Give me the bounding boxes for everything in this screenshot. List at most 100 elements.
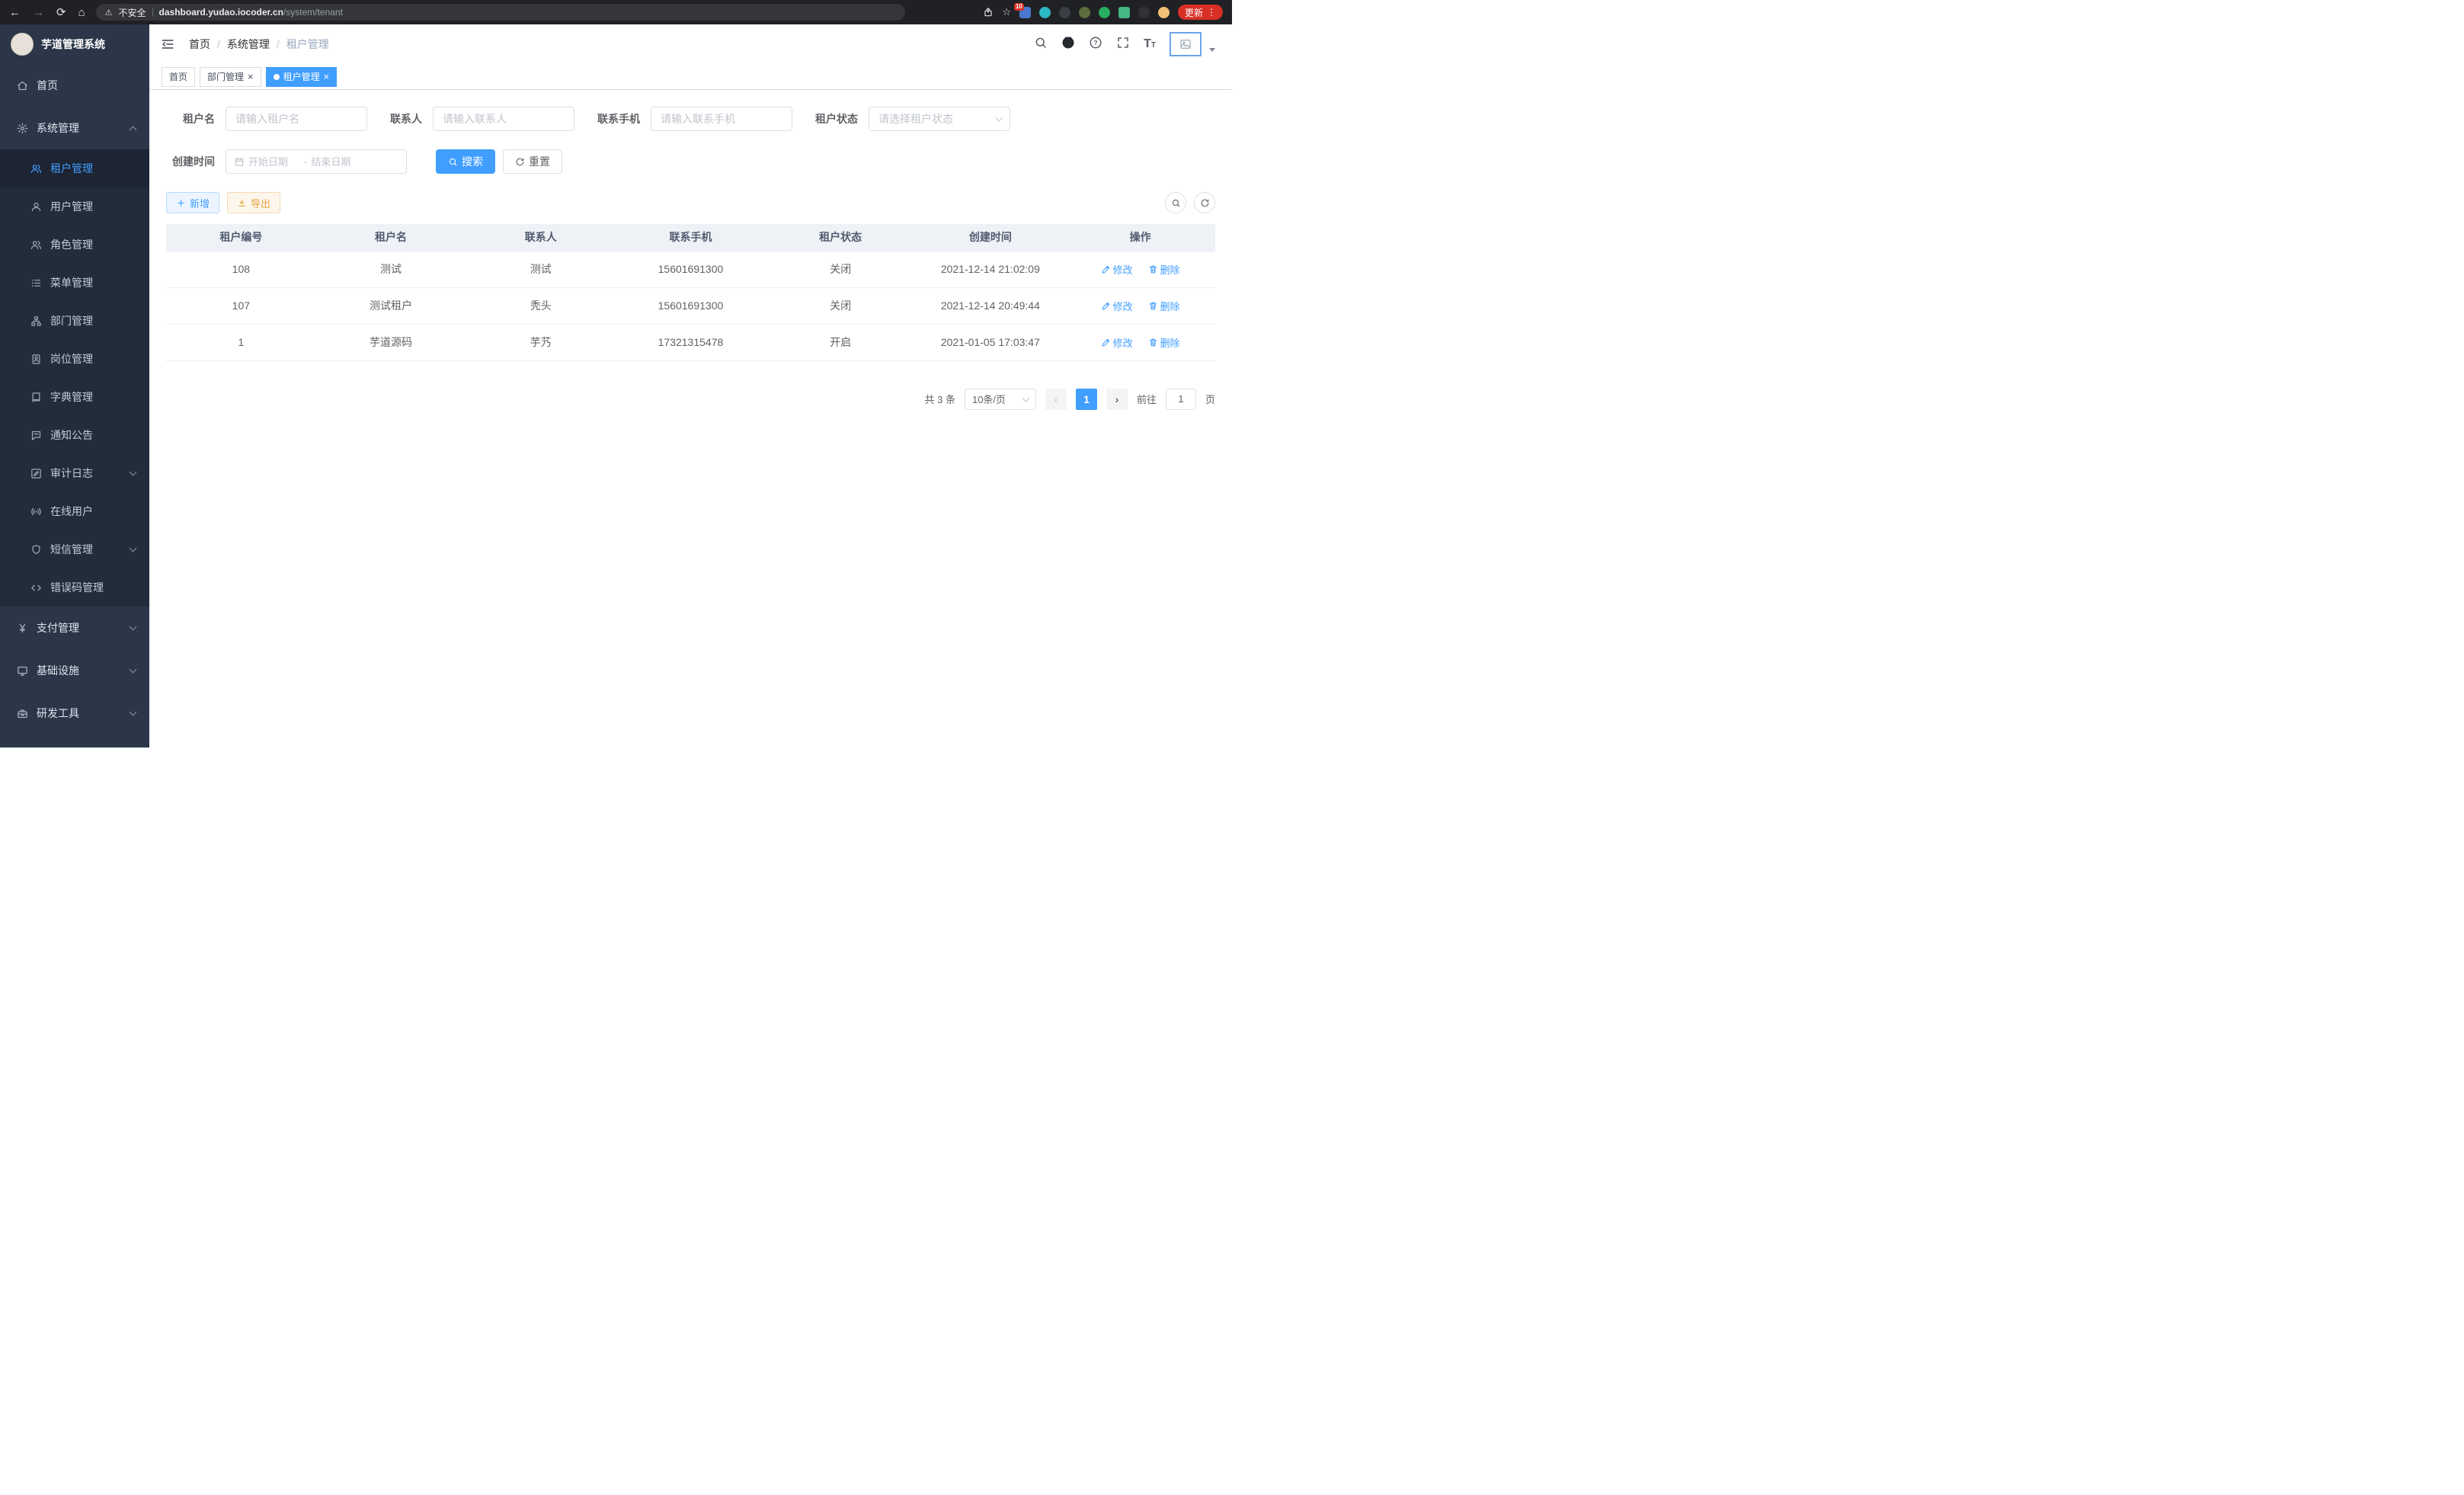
github-icon[interactable] — [1061, 36, 1075, 53]
sidebar-item-system[interactable]: 系统管理 — [0, 107, 149, 149]
bookmark-star-icon[interactable]: ☆ — [1002, 6, 1011, 18]
column-header: 租户编号 — [166, 224, 316, 251]
edit-square-icon — [30, 468, 42, 479]
browser-update-button[interactable]: 更新 ⋮ — [1178, 5, 1223, 20]
close-icon[interactable]: × — [248, 72, 254, 82]
sidebar-item-label: 菜单管理 — [50, 275, 93, 290]
fold-menu-icon — [160, 37, 175, 52]
sidebar-item-infrastructure[interactable]: 基础设施 — [0, 649, 149, 692]
chevron-down-icon — [130, 709, 137, 716]
breadcrumb-item[interactable]: 系统管理 — [227, 37, 270, 52]
breadcrumb: 首页 / 系统管理 / 租户管理 — [189, 37, 329, 52]
sidebar-item-post[interactable]: 岗位管理 — [0, 340, 149, 378]
edit-button[interactable]: 修改 — [1101, 299, 1133, 313]
sidebar-item-label: 用户管理 — [50, 199, 93, 214]
font-size-icon[interactable]: TT — [1144, 37, 1156, 51]
tab-home[interactable]: 首页 — [162, 67, 195, 87]
status-select-placeholder: 请选择租户状态 — [878, 111, 953, 126]
sidebar-item-payment[interactable]: 支付管理 — [0, 607, 149, 649]
fullscreen-icon[interactable] — [1116, 36, 1130, 53]
edit-button[interactable]: 修改 — [1101, 262, 1133, 277]
contact-input[interactable] — [433, 107, 574, 131]
page-content: 租户名 联系人 联系手机 租户状态 请选择租户状态 — [149, 90, 1232, 427]
sidebar-item-notice[interactable]: 通知公告 — [0, 416, 149, 454]
refresh-icon — [515, 157, 525, 167]
date-start-input[interactable] — [248, 156, 300, 168]
share-icon[interactable] — [983, 7, 994, 18]
address-bar[interactable]: ⚠ 不安全 dashboard.yudao.iocoder.cn/system/… — [96, 4, 905, 21]
toggle-search-button[interactable] — [1165, 192, 1186, 213]
sidebar-item-dept[interactable]: 部门管理 — [0, 302, 149, 340]
extension-icon-2[interactable] — [1039, 7, 1051, 18]
extension-icon-4[interactable] — [1079, 7, 1090, 18]
reset-button[interactable]: 重置 — [503, 149, 562, 174]
browser-back-icon[interactable]: ← — [9, 6, 21, 19]
next-page-button[interactable]: › — [1106, 389, 1128, 410]
sidebar-item-devtools[interactable]: 研发工具 — [0, 692, 149, 735]
close-icon[interactable]: × — [324, 72, 330, 82]
sidebar-item-label: 在线用户 — [50, 504, 93, 519]
menu-kebab-icon[interactable]: ⋮ — [1207, 7, 1216, 18]
trash-icon — [1148, 338, 1158, 347]
date-range-picker[interactable]: - — [226, 149, 407, 174]
extension-icon-5[interactable] — [1099, 7, 1110, 18]
contact-label: 联系人 — [390, 111, 422, 126]
sidebar-item-tenant[interactable]: 租户管理 — [0, 149, 149, 187]
cell-status: 开启 — [766, 324, 916, 360]
table-row: 107 测试租户 秃头 15601691300 关闭 2021-12-14 20… — [166, 287, 1215, 324]
sidebar-item-sms[interactable]: 短信管理 — [0, 530, 149, 568]
sidebar-collapse-button[interactable] — [160, 37, 175, 52]
browser-forward-icon[interactable]: → — [33, 6, 44, 19]
user-icon — [30, 201, 42, 213]
sidebar: 芋道管理系统 首页 系统管理 租户管理 用户管理 角色管理 — [0, 24, 149, 748]
sidebar-item-user[interactable]: 用户管理 — [0, 187, 149, 226]
mobile-input[interactable] — [651, 107, 792, 131]
browser-home-icon[interactable]: ⌂ — [78, 6, 85, 19]
cell-contact: 芋艿 — [466, 324, 616, 360]
extension-icon-3[interactable] — [1059, 7, 1070, 18]
tab-tenant[interactable]: 租户管理 × — [266, 67, 338, 87]
refresh-table-button[interactable] — [1194, 192, 1215, 213]
export-button[interactable]: 导出 — [227, 192, 280, 213]
search-button[interactable]: 搜索 — [436, 149, 495, 174]
header-search-icon[interactable] — [1034, 36, 1048, 53]
extension-icon-6[interactable] — [1118, 7, 1130, 18]
extension-icon-1[interactable]: 10 — [1019, 7, 1031, 18]
page-unit-label: 页 — [1205, 392, 1215, 406]
add-button[interactable]: 新增 — [166, 192, 219, 213]
security-label[interactable]: 不安全 — [119, 6, 146, 19]
chevron-down-icon[interactable] — [1209, 48, 1215, 52]
sidebar-item-dict[interactable]: 字典管理 — [0, 378, 149, 416]
sidebar-item-audit-log[interactable]: 审计日志 — [0, 454, 149, 492]
delete-button[interactable]: 删除 — [1148, 262, 1180, 277]
app-logo[interactable]: 芋道管理系统 — [0, 24, 149, 64]
plus-icon — [176, 198, 186, 208]
sidebar-item-role[interactable]: 角色管理 — [0, 226, 149, 264]
delete-button[interactable]: 删除 — [1148, 335, 1180, 350]
warning-icon: ⚠ — [105, 8, 113, 18]
divider — [152, 8, 153, 17]
sidebar-item-menu[interactable]: 菜单管理 — [0, 264, 149, 302]
extension-icon-7[interactable] — [1138, 7, 1150, 18]
sidebar-item-online-users[interactable]: 在线用户 — [0, 492, 149, 530]
edit-button[interactable]: 修改 — [1101, 335, 1133, 350]
browser-refresh-icon[interactable]: ⟳ — [56, 5, 66, 19]
delete-button[interactable]: 删除 — [1148, 299, 1180, 313]
sidebar-item-label: 支付管理 — [37, 620, 79, 635]
profile-avatar-icon[interactable] — [1158, 7, 1170, 18]
sidebar-item-label: 研发工具 — [37, 706, 79, 721]
tab-dept[interactable]: 部门管理 × — [200, 67, 261, 87]
page-number-button[interactable]: 1 — [1076, 389, 1097, 410]
cell-tenant-name: 测试 — [316, 251, 466, 287]
prev-page-button[interactable]: ‹ — [1045, 389, 1067, 410]
help-icon[interactable]: ? — [1089, 36, 1102, 53]
sidebar-item-home[interactable]: 首页 — [0, 64, 149, 107]
tenant-name-input[interactable] — [226, 107, 367, 131]
user-avatar[interactable] — [1170, 32, 1202, 56]
date-end-input[interactable] — [311, 156, 363, 168]
status-select[interactable]: 请选择租户状态 — [869, 107, 1010, 131]
goto-page-input[interactable] — [1166, 389, 1196, 410]
breadcrumb-item[interactable]: 首页 — [189, 37, 210, 52]
sidebar-item-error-code[interactable]: 错误码管理 — [0, 568, 149, 607]
page-size-select[interactable]: 10条/页 — [965, 389, 1036, 410]
